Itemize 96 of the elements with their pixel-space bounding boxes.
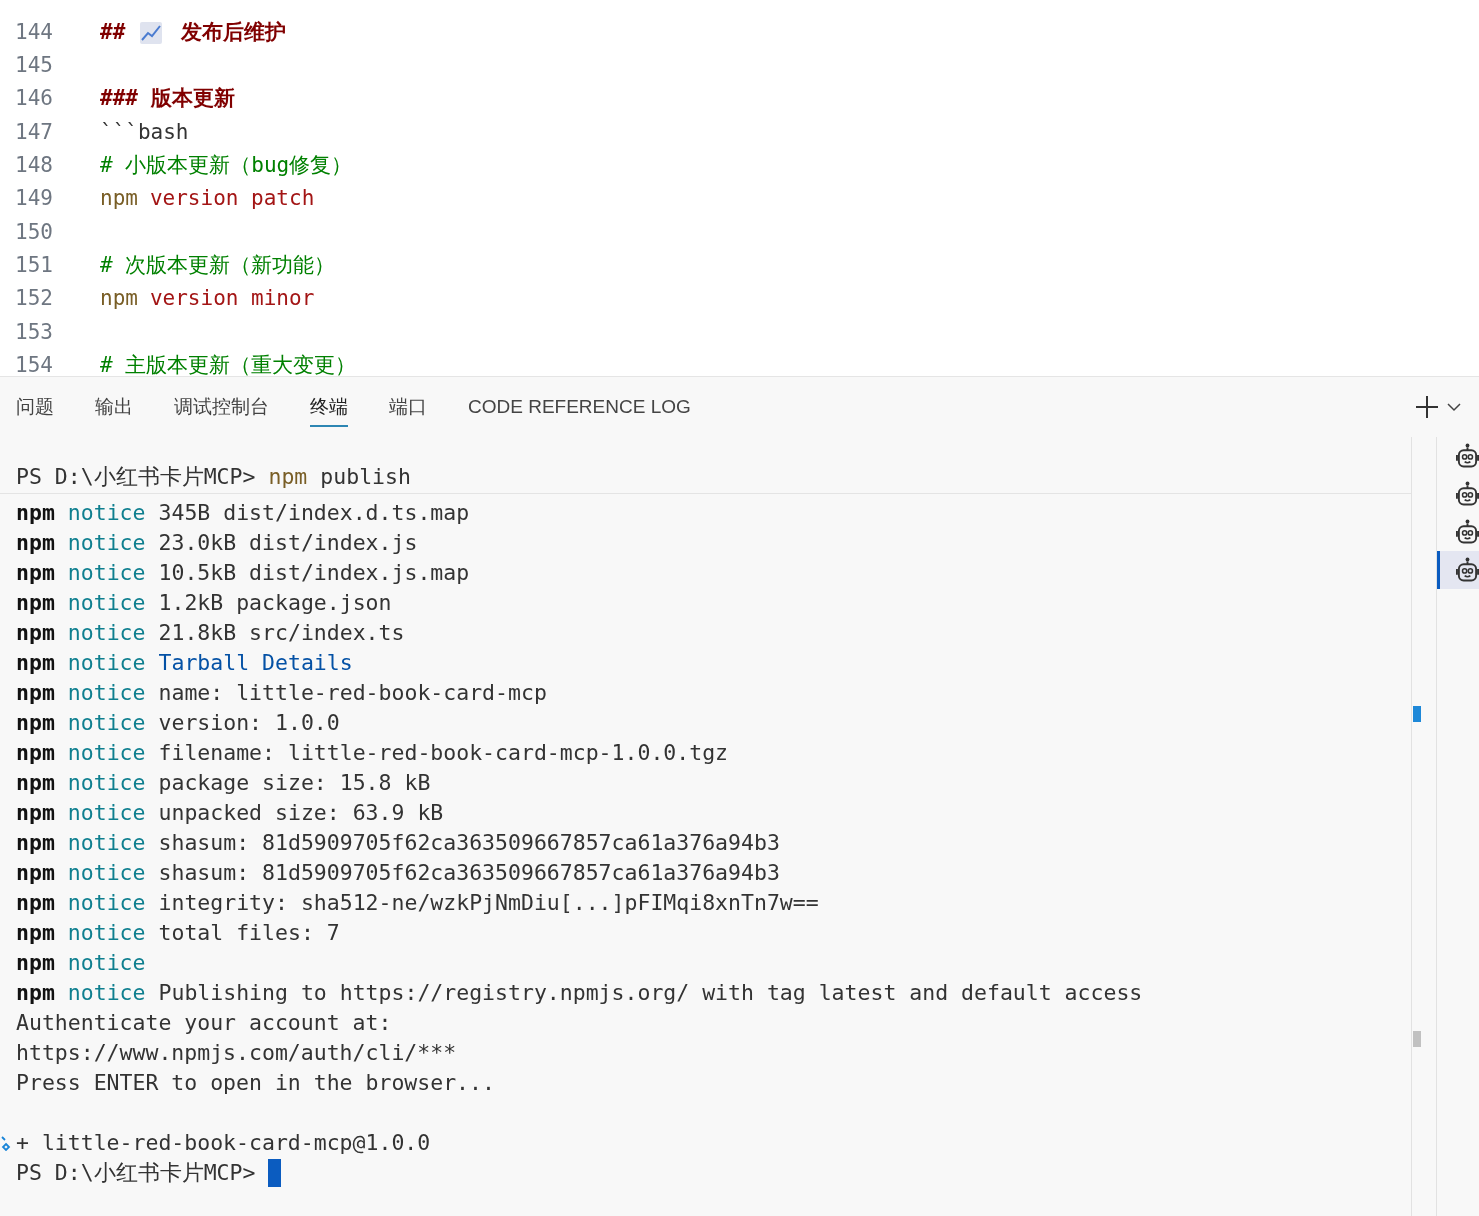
line-number: 151 [14, 251, 54, 279]
robot-icon[interactable] [1456, 556, 1479, 584]
npm-label: npm [16, 588, 55, 617]
plus-icon[interactable] [1415, 395, 1439, 419]
notice-label: notice [67, 558, 146, 587]
npm-label: npm [16, 498, 55, 527]
notice-label: notice [67, 588, 146, 617]
terminal-text: PS D:\小红书卡片MCP> [16, 463, 256, 492]
npm-label: npm [16, 708, 55, 737]
code-text: ```bash [100, 118, 189, 146]
terminal-text: shasum: 81d5909705f62ca363509667857ca61a376a94b3 [158, 858, 780, 887]
terminal-text: shasum: 81d5909705f62ca363509667857ca61a376a94b3 [158, 828, 780, 857]
line-number: 154 [14, 351, 54, 376]
terminal-text: total files: 7 [158, 918, 340, 947]
terminal-text: 21.8kB src/index.ts [158, 618, 405, 647]
heading-text: 发布后维护 [181, 18, 287, 46]
line-number: 153 [14, 318, 54, 346]
chevron-down-icon[interactable] [1447, 402, 1461, 412]
notice-label: notice [67, 648, 146, 677]
line-number: 147 [14, 118, 54, 146]
npm-label: npm [16, 888, 55, 917]
line-number: 152 [14, 285, 54, 313]
command-text: npm [268, 463, 308, 492]
section-title: Tarball Details [158, 648, 353, 677]
notice-label: notice [67, 828, 146, 857]
line-number: 146 [14, 85, 54, 113]
terminal-text: unpacked size: 63.9 kB [158, 798, 444, 827]
panel-tab[interactable]: 问题 [16, 387, 54, 427]
line-number: 149 [14, 185, 54, 213]
panel-tab[interactable]: 端口 [389, 387, 427, 427]
panel-tab[interactable]: 终端 [310, 387, 348, 427]
npm-label: npm [16, 798, 55, 827]
npm-label: npm [16, 618, 55, 647]
panel-tab[interactable]: CODE REFERENCE LOG [468, 387, 691, 427]
comment-text: # 主版本更新（重大变更） [100, 351, 357, 376]
npm-label: npm [16, 828, 55, 857]
panel-tab[interactable]: 输出 [95, 387, 133, 427]
notice-label: notice [67, 678, 146, 707]
notice-label: notice [67, 948, 146, 977]
notice-label: notice [67, 978, 146, 1007]
notice-label: notice [67, 498, 146, 527]
terminal-text: Press ENTER to open in the browser... [16, 1068, 495, 1097]
terminal-text: 345B dist/index.d.ts.map [158, 498, 470, 527]
scrollbar-thumb[interactable] [1413, 1031, 1421, 1047]
terminal-text: package size: 15.8 kB [158, 768, 431, 797]
npm-label: npm [16, 978, 55, 1007]
notice-label: notice [67, 798, 146, 827]
keyword-text: version patch [149, 185, 315, 213]
terminal-text: name: little-red-book-card-mcp [158, 678, 547, 707]
keyword-text: version minor [149, 285, 315, 313]
notice-label: notice [67, 858, 146, 887]
scroll-marker [1413, 706, 1421, 722]
heading-text: ## [100, 18, 126, 46]
npm-label: npm [16, 858, 55, 887]
terminal-text: publish [320, 463, 411, 492]
terminal-text: PS D:\小红书卡片MCP> [16, 1158, 256, 1187]
panel-tab[interactable]: 调试控制台 [174, 387, 269, 427]
robot-icon[interactable] [1456, 518, 1479, 546]
line-number: 150 [14, 218, 54, 246]
comment-text: # 小版本更新（bug修复） [100, 152, 353, 180]
terminal-tab[interactable] [1437, 551, 1479, 589]
npm-label: npm [16, 918, 55, 947]
command-text: npm [100, 285, 138, 313]
terminal-text: integrity: sha512-ne/wzkPjNmDiu[...]pFIMqi8xnTn7w== [158, 888, 819, 917]
terminal-text: Publishing to https://registry.npmjs.org/ with tag latest and default access [158, 978, 1143, 1007]
terminal-text: 1.2kB package.json [158, 588, 392, 617]
terminal-text: 23.0kB dist/index.js [158, 528, 418, 557]
chart-icon [139, 20, 164, 45]
terminal-text: + little-red-book-card-mcp@1.0.0 [16, 1128, 431, 1157]
npm-label: npm [16, 558, 55, 587]
line-number: 144 [14, 18, 54, 46]
terminal-text: version: 1.0.0 [158, 708, 340, 737]
npm-label: npm [16, 678, 55, 707]
npm-label: npm [16, 948, 55, 977]
heading-text: ### 版本更新 [100, 85, 235, 113]
line-number: 148 [14, 152, 54, 180]
npm-label: npm [16, 768, 55, 797]
robot-icon[interactable] [1456, 480, 1479, 508]
notice-label: notice [67, 708, 146, 737]
npm-label: npm [16, 738, 55, 767]
notice-label: notice [67, 528, 146, 557]
notice-label: notice [67, 768, 146, 797]
line-number: 145 [14, 52, 54, 80]
notice-label: notice [67, 888, 146, 917]
npm-label: npm [16, 528, 55, 557]
terminal-text: https://www.npmjs.com/auth/cli/*** [16, 1038, 457, 1067]
terminal-text: 10.5kB dist/index.js.map [158, 558, 470, 587]
notice-label: notice [67, 918, 146, 947]
notice-label: notice [67, 738, 146, 767]
terminal-text: filename: little-red-book-card-mcp-1.0.0.tgz [158, 738, 729, 767]
robot-icon[interactable] [1456, 442, 1479, 470]
comment-text: # 次版本更新（新功能） [100, 251, 336, 279]
notice-label: notice [67, 618, 146, 647]
npm-label: npm [16, 648, 55, 677]
terminal-text: Authenticate your account at: [16, 1008, 392, 1037]
command-text: npm [100, 185, 138, 213]
